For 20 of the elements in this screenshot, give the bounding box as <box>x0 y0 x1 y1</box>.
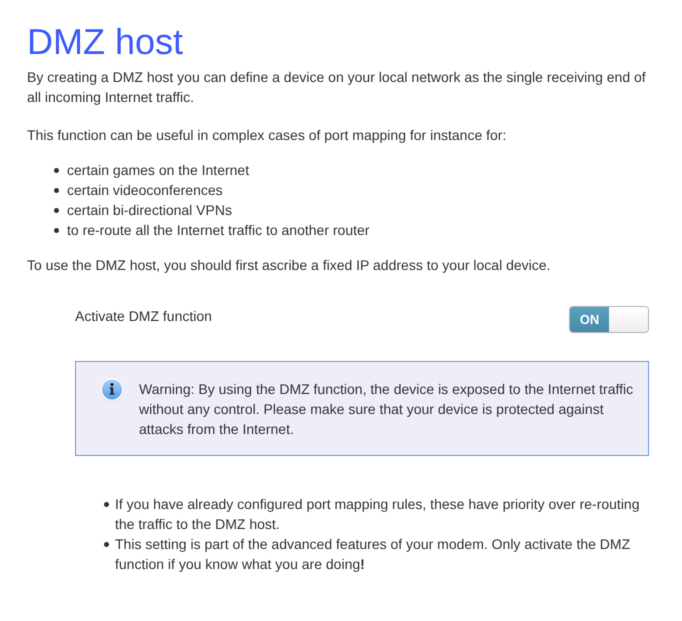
intro-text: By creating a DMZ host you can define a device on your local network as the single receiving end of all incoming Internet traffic. <box>27 68 647 107</box>
bullet-icon <box>104 542 109 547</box>
note-text: This setting is part of the advanced features of your modem. Only activate the DMZ function if you know what you are doing! <box>115 535 632 574</box>
use-case-text: certain videoconferences <box>67 181 224 200</box>
note-text: If you have already configured port mapping rules, these have priority over re-routing the traffic to the DMZ host. <box>115 495 641 534</box>
setting-label: Activate DMZ function <box>75 307 212 325</box>
info-icon <box>99 377 125 403</box>
use-case-text: to re-route all the Internet traffic to another router <box>67 221 370 240</box>
warning-text: Warning: By using the DMZ function, the device is exposed to the Internet traffic without any control. Please make sure that your device is protected against attacks from the Internet. <box>139 380 634 439</box>
bullet-icon <box>54 228 59 233</box>
bullet-icon <box>54 168 59 173</box>
bullet-icon <box>104 502 109 507</box>
use-case-text: certain bi-directional VPNs <box>67 201 233 220</box>
dmz-toggle[interactable]: ON <box>569 306 649 333</box>
prerequisite-text: To use the DMZ host, you should first ascribe a fixed IP address to your local device. <box>27 256 552 275</box>
bullet-icon <box>54 188 59 193</box>
usage-intro-text: This function can be useful in complex cases of port mapping for instance for: <box>27 126 508 145</box>
use-case-text: certain games on the Internet <box>67 161 250 180</box>
bullet-icon <box>54 208 59 213</box>
page-title: DMZ host <box>27 20 184 64</box>
